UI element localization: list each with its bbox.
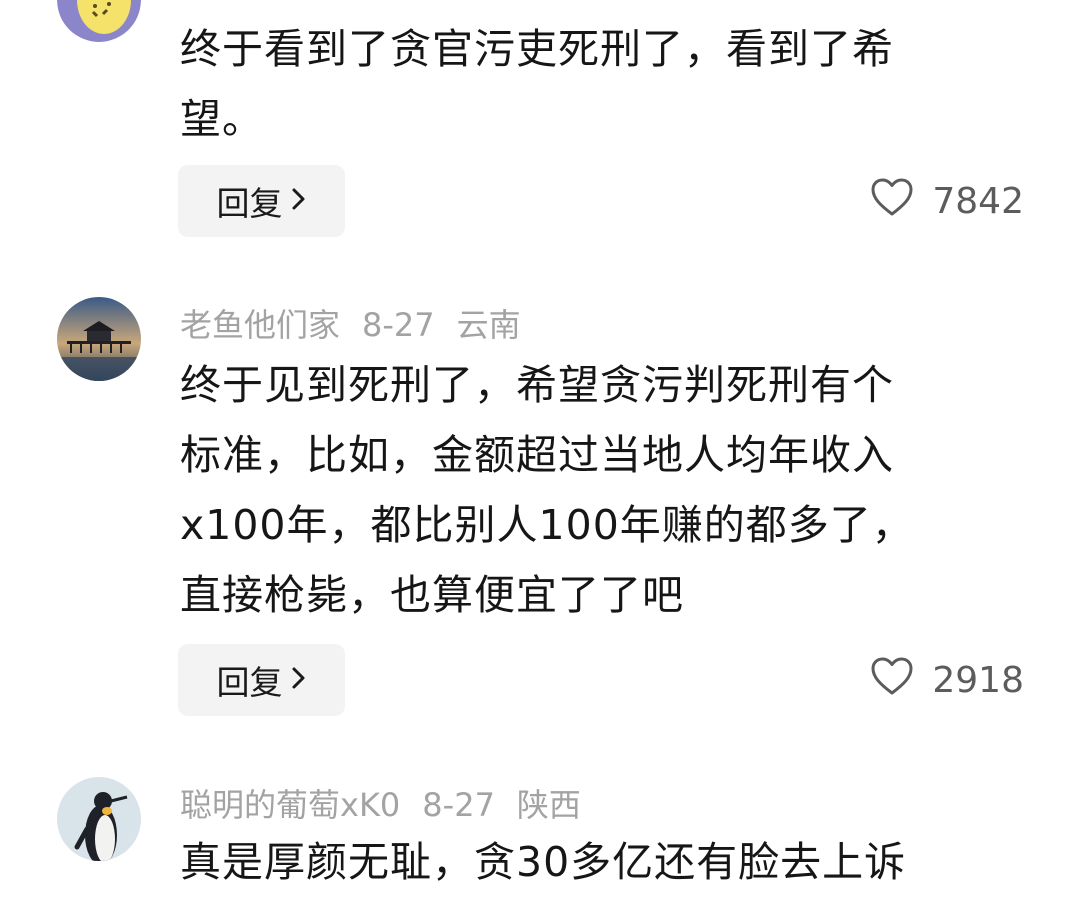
comment-location: 陕西 [516,786,581,824]
reply-button[interactable]: 回复 [178,165,345,237]
comment-date: 8-27 [362,306,435,344]
comment-text-line: x100年，都比别人100年赚的都多了， [180,501,914,549]
reply-label: 回复 [216,184,283,223]
comment-text: 终于见到死刑了，希望贪污判死刑有个 标准，比如，金额超过当地人均年收入 x100… [180,350,1030,630]
reply-label: 回复 [216,663,283,702]
comment-text: 真是厚颜无耻，贪30多亿还有脸去上诉 [180,827,1030,897]
avatar[interactable] [57,777,141,861]
comment-meta: 老鱼他们家 8-27 云南 [180,300,543,346]
comment-text-line: 终于看到了贪官污吏死刑了，看到了希 [180,25,894,73]
heart-outline-icon [870,177,932,226]
chevron-right-icon [291,663,307,698]
username[interactable]: 聪明的葡萄xK0 [180,786,400,824]
comment-location: 云南 [456,306,521,344]
comment-text-line: 终于见到死刑了，希望贪污判死刑有个 [180,361,894,409]
comment-meta: 聪明的葡萄xK0 8-27 陕西 [180,780,603,826]
comment-text: 终于看到了贪官污吏死刑了，看到了希 望。 [180,14,1030,154]
comment-text-line: 直接枪毙，也算便宜了了吧 [180,571,684,619]
avatar[interactable] [57,297,141,381]
reply-button[interactable]: 回复 [178,644,345,716]
like-count: 7842 [932,180,1024,222]
username[interactable]: 老鱼他们家 [180,306,340,344]
like-button[interactable]: 7842 [870,165,1024,237]
heart-outline-icon [870,656,932,705]
comment-text-line: 标准，比如，金额超过当地人均年收入 [180,431,894,479]
comment-text-line: 望。 [180,95,264,143]
like-count: 2918 [932,659,1024,701]
comment-date: 8-27 [422,786,495,824]
comment-text-line: 真是厚颜无耻，贪30多亿还有脸去上诉 [180,838,907,886]
like-button[interactable]: 2918 [870,644,1024,716]
chevron-right-icon [291,184,307,219]
avatar[interactable] [57,0,141,42]
